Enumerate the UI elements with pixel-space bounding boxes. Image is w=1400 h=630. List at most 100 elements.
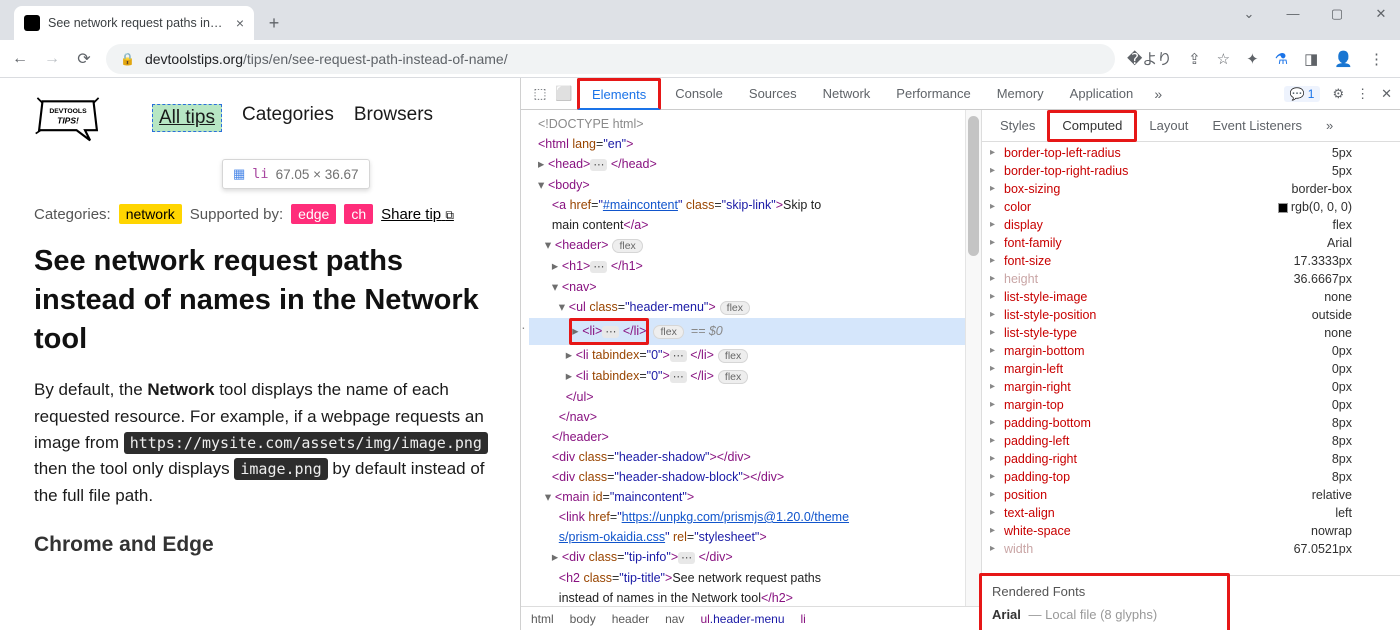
- dom-node[interactable]: <h2 class="tip-title">See network reques…: [529, 568, 981, 588]
- computed-prop-row[interactable]: ▸list-style-typenone: [990, 324, 1392, 342]
- close-window-button[interactable]: ✕: [1368, 6, 1394, 22]
- side-tab-styles[interactable]: Styles: [988, 110, 1047, 142]
- dom-node[interactable]: ▸<h1>⋯ </h1>: [529, 256, 981, 277]
- kebab-menu-icon[interactable]: ⋮: [1356, 86, 1369, 102]
- nav-all-tips[interactable]: All tips: [152, 104, 222, 132]
- tab-sources[interactable]: Sources: [737, 78, 809, 110]
- crumb-item[interactable]: nav: [665, 612, 684, 626]
- site-logo[interactable]: DEVTOOLSTIPS!: [34, 92, 102, 148]
- category-pill-network[interactable]: network: [119, 204, 182, 224]
- profile-icon[interactable]: 👤: [1334, 50, 1353, 68]
- dom-node[interactable]: ▾<main id="maincontent">: [529, 487, 981, 507]
- extensions-icon[interactable]: ✦: [1246, 50, 1259, 68]
- dom-node[interactable]: ▸<li tabindex="0">⋯ </li>flex: [529, 366, 981, 387]
- dom-node[interactable]: ▸<div class="tip-info">⋯ </div>: [529, 547, 981, 568]
- computed-prop-row[interactable]: ▸list-style-positionoutside: [990, 306, 1392, 324]
- tab-network[interactable]: Network: [811, 78, 883, 110]
- inspect-element-icon[interactable]: ⬚: [529, 85, 551, 102]
- side-tab-eventlisteners[interactable]: Event Listeners: [1200, 110, 1314, 142]
- more-side-tabs-icon[interactable]: »: [1314, 110, 1345, 142]
- browser-tab[interactable]: See network request paths instea ×: [14, 6, 254, 40]
- side-tab-layout[interactable]: Layout: [1137, 110, 1200, 142]
- more-tabs-icon[interactable]: »: [1147, 86, 1169, 102]
- dom-node[interactable]: <link href="https://unpkg.com/prismjs@1.…: [529, 507, 981, 527]
- dom-node[interactable]: <html lang="en">: [529, 134, 981, 154]
- bookmark-icon[interactable]: ☆: [1217, 50, 1230, 68]
- share-tip-link[interactable]: Share tip ⧉: [381, 206, 454, 223]
- dom-node[interactable]: s/prism-okaidia.css" rel="stylesheet">: [529, 527, 981, 547]
- tab-application[interactable]: Application: [1058, 78, 1146, 110]
- computed-prop-row[interactable]: ▸border-top-left-radius5px: [990, 144, 1392, 162]
- computed-prop-row[interactable]: ▸width67.0521px: [990, 540, 1392, 558]
- dom-node-selected[interactable]: ▸<li>⋯ </li>flex == $0: [529, 318, 981, 345]
- scrollbar-thumb[interactable]: [968, 116, 979, 256]
- dom-node[interactable]: <a href="#maincontent" class="skip-link"…: [529, 195, 981, 215]
- close-tab-icon[interactable]: ×: [236, 15, 244, 31]
- install-icon[interactable]: �より: [1127, 48, 1172, 69]
- forward-button[interactable]: →: [42, 50, 62, 68]
- dom-node[interactable]: <div class="header-shadow-block"></div>: [529, 467, 981, 487]
- dom-tree[interactable]: <!DOCTYPE html> <html lang="en"> ▸<head>…: [521, 110, 981, 606]
- messages-badge[interactable]: 💬 1: [1284, 86, 1321, 102]
- computed-prop-row[interactable]: ▸margin-left0px: [990, 360, 1392, 378]
- browser-pill-edge[interactable]: edge: [291, 204, 336, 224]
- nav-categories[interactable]: Categories: [242, 104, 334, 132]
- tab-memory[interactable]: Memory: [985, 78, 1056, 110]
- crumb-item[interactable]: header: [612, 612, 649, 626]
- back-button[interactable]: ←: [10, 50, 30, 68]
- menu-icon[interactable]: ⋮: [1369, 50, 1384, 68]
- dom-node[interactable]: </header>: [529, 427, 981, 447]
- sidepanel-icon[interactable]: ◨: [1304, 50, 1318, 68]
- crumb-item[interactable]: ul.header-menu: [700, 612, 784, 626]
- computed-prop-row[interactable]: ▸white-spacenowrap: [990, 522, 1392, 540]
- crumb-item[interactable]: body: [570, 612, 596, 626]
- scrollbar[interactable]: [965, 110, 981, 606]
- dom-node[interactable]: ▸<head>⋯ </head>: [529, 154, 981, 175]
- computed-prop-row[interactable]: ▸height36.6667px: [990, 270, 1392, 288]
- side-tab-computed[interactable]: Computed: [1047, 110, 1137, 142]
- computed-prop-row[interactable]: ▸padding-bottom8px: [990, 414, 1392, 432]
- dom-node[interactable]: </ul>: [529, 387, 981, 407]
- dom-node[interactable]: ▾<body>: [529, 175, 981, 195]
- dom-node[interactable]: ▸<li tabindex="0">⋯ </li>flex: [529, 345, 981, 366]
- computed-prop-row[interactable]: ▸font-size17.3333px: [990, 252, 1392, 270]
- tab-console[interactable]: Console: [663, 78, 735, 110]
- maximize-button[interactable]: ▢: [1324, 6, 1350, 22]
- reload-button[interactable]: ⟳: [74, 49, 94, 69]
- dom-node[interactable]: </nav>: [529, 407, 981, 427]
- new-tab-button[interactable]: +: [260, 9, 288, 37]
- computed-prop-row[interactable]: ▸font-familyArial: [990, 234, 1392, 252]
- computed-prop-row[interactable]: ▸margin-top0px: [990, 396, 1392, 414]
- dom-node[interactable]: ▾<ul class="header-menu">flex: [529, 297, 981, 318]
- computed-properties[interactable]: ▸border-top-left-radius5px▸border-top-ri…: [982, 142, 1400, 575]
- computed-prop-row[interactable]: ▸displayflex: [990, 216, 1392, 234]
- labs-icon[interactable]: ⚗: [1275, 50, 1288, 68]
- tab-elements[interactable]: Elements: [577, 78, 661, 110]
- nav-browsers[interactable]: Browsers: [354, 104, 433, 132]
- share-icon[interactable]: ⇪: [1188, 50, 1201, 68]
- device-toggle-icon[interactable]: ⬜: [553, 85, 575, 102]
- computed-prop-row[interactable]: ▸colorrgb(0, 0, 0): [990, 198, 1392, 216]
- computed-prop-row[interactable]: ▸box-sizingborder-box: [990, 180, 1392, 198]
- computed-prop-row[interactable]: ▸positionrelative: [990, 486, 1392, 504]
- computed-prop-row[interactable]: ▸list-style-imagenone: [990, 288, 1392, 306]
- computed-prop-row[interactable]: ▸margin-bottom0px: [990, 342, 1392, 360]
- settings-icon[interactable]: ⚙: [1332, 86, 1344, 102]
- dom-node[interactable]: main content</a>: [529, 215, 981, 235]
- dom-node[interactable]: instead of names in the Network tool</h2…: [529, 588, 981, 606]
- dom-node[interactable]: ▾<header>flex: [529, 235, 981, 256]
- minimize-button[interactable]: —: [1280, 6, 1306, 22]
- url-field[interactable]: 🔒 devtoolstips.org/tips/en/see-request-p…: [106, 44, 1115, 74]
- computed-prop-row[interactable]: ▸margin-right0px: [990, 378, 1392, 396]
- tab-performance[interactable]: Performance: [884, 78, 982, 110]
- dom-node[interactable]: ▾<nav>: [529, 277, 981, 297]
- browser-pill-ch[interactable]: ch: [344, 204, 373, 224]
- computed-prop-row[interactable]: ▸padding-top8px: [990, 468, 1392, 486]
- chevron-down-icon[interactable]: ⌄: [1236, 6, 1262, 22]
- computed-prop-row[interactable]: ▸padding-right8px: [990, 450, 1392, 468]
- computed-prop-row[interactable]: ▸padding-left8px: [990, 432, 1392, 450]
- dom-node[interactable]: <div class="header-shadow"></div>: [529, 447, 981, 467]
- computed-prop-row[interactable]: ▸text-alignleft: [990, 504, 1392, 522]
- crumb-item[interactable]: html: [531, 612, 554, 626]
- dom-node[interactable]: <!DOCTYPE html>: [529, 114, 981, 134]
